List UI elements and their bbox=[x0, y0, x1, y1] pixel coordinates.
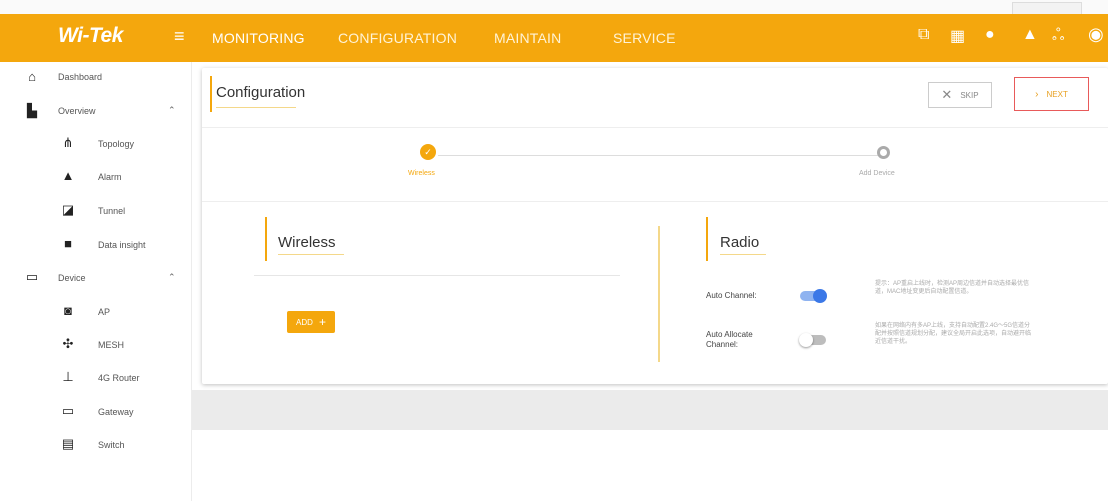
wireless-divider bbox=[254, 275, 620, 276]
sidebar: ⌂ Dashboard ▙ Overview ⌃ ⋔ Topology ▲ Al… bbox=[0, 62, 192, 501]
footer-band bbox=[192, 390, 1108, 430]
sidebar-item-device[interactable]: Device bbox=[58, 273, 86, 283]
sidebar-item-tunnel[interactable]: Tunnel bbox=[98, 206, 125, 216]
browser-tab[interactable] bbox=[1012, 2, 1082, 14]
wireless-section-title: Wireless bbox=[278, 234, 336, 251]
tunnel-icon: ◪ bbox=[61, 202, 75, 217]
wireless-underline bbox=[278, 254, 344, 255]
toggle-knob bbox=[799, 333, 813, 347]
qr-icon[interactable]: ▦ bbox=[950, 26, 965, 46]
toggle-knob bbox=[813, 289, 827, 303]
mesh-icon: ✣ bbox=[62, 336, 74, 351]
step-add-device-label: Add Device bbox=[859, 170, 895, 177]
sidebar-item-alarm[interactable]: Alarm bbox=[98, 172, 122, 182]
step-add-device-icon[interactable] bbox=[877, 146, 890, 159]
data-insight-icon: ■ bbox=[64, 236, 72, 251]
auto-channel-toggle[interactable] bbox=[800, 289, 827, 303]
alarm-icon: ▲ bbox=[61, 168, 75, 183]
configuration-card: Configuration ✕ SKIP › NEXT ✓ Wireless A… bbox=[202, 68, 1108, 384]
section-separator bbox=[658, 226, 660, 362]
top-header: Wi-Tek ≡ MONITORING CONFIGURATION MAINTA… bbox=[0, 14, 1108, 62]
nav-maintain[interactable]: MAINTAIN bbox=[494, 30, 561, 46]
auto-allocate-label: Auto Allocate Channel: bbox=[706, 330, 753, 349]
gateway-icon: ▭ bbox=[61, 403, 75, 418]
divider bbox=[202, 201, 1108, 202]
overview-icon: ▙ bbox=[27, 103, 37, 118]
title-accent-bar bbox=[210, 76, 212, 112]
router-icon: ⊥ bbox=[62, 369, 74, 384]
switch-icon: ▤ bbox=[61, 436, 75, 451]
plus-icon: + bbox=[318, 315, 326, 329]
chat-icon[interactable]: ● bbox=[985, 26, 995, 44]
radio-section-title: Radio bbox=[720, 234, 760, 251]
step-wireless-check-icon[interactable]: ✓ bbox=[420, 144, 436, 160]
skip-label: SKIP bbox=[960, 90, 979, 100]
sidebar-item-mesh[interactable]: MESH bbox=[98, 340, 124, 350]
auto-allocate-toggle[interactable] bbox=[799, 333, 826, 347]
sidebar-item-gateway[interactable]: Gateway bbox=[98, 407, 134, 417]
topology-icon: ⋔ bbox=[62, 135, 74, 150]
radio-accent-bar bbox=[706, 217, 708, 261]
auto-channel-label: Auto Channel: bbox=[706, 291, 757, 300]
stepper-line bbox=[438, 155, 878, 156]
next-button[interactable]: › NEXT bbox=[1014, 77, 1089, 111]
nav-configuration[interactable]: CONFIGURATION bbox=[338, 30, 457, 46]
hamburger-menu-icon[interactable]: ≡ bbox=[174, 26, 185, 47]
nav-service[interactable]: SERVICE bbox=[613, 30, 676, 46]
people-icon[interactable]: ஃ bbox=[1052, 26, 1065, 46]
logo: Wi-Tek bbox=[58, 24, 123, 47]
sidebar-item-ap[interactable]: AP bbox=[98, 307, 110, 317]
auto-channel-hint: 提示：AP重启上线时，检测AP周边信道并自动选择最优信道，MAC地址变更后自动配… bbox=[875, 281, 1030, 295]
radio-underline bbox=[720, 254, 766, 255]
arrow-icon: › bbox=[1035, 88, 1039, 100]
add-wireless-button[interactable]: ADD + bbox=[287, 311, 335, 333]
auto-allocate-hint: 如果在网络内有多AP上线，支持自动配置2.4G～5G信道分配并按照信道规划分配，… bbox=[875, 323, 1032, 345]
cube-icon[interactable]: ⧉ bbox=[918, 26, 929, 44]
chevron-up-icon[interactable]: ⌃ bbox=[168, 272, 176, 283]
sidebar-item-switch[interactable]: Switch bbox=[98, 440, 125, 450]
close-icon: ✕ bbox=[941, 87, 953, 102]
chevron-up-icon[interactable]: ⌃ bbox=[168, 105, 176, 116]
browser-strip bbox=[0, 0, 1108, 14]
next-label: NEXT bbox=[1046, 89, 1068, 99]
home-icon: ⌂ bbox=[28, 69, 36, 84]
sidebar-item-dashboard[interactable]: Dashboard bbox=[58, 72, 102, 82]
title-underline bbox=[216, 107, 296, 108]
bell-icon[interactable]: ▲ bbox=[1022, 26, 1038, 44]
add-label: ADD bbox=[296, 317, 313, 327]
sidebar-item-topology[interactable]: Topology bbox=[98, 139, 134, 149]
nav-monitoring[interactable]: MONITORING bbox=[212, 30, 305, 46]
divider bbox=[202, 127, 1108, 128]
sidebar-item-data-insight[interactable]: Data insight bbox=[98, 240, 146, 250]
sidebar-item-4g-router[interactable]: 4G Router bbox=[98, 373, 140, 383]
wireless-accent-bar bbox=[265, 217, 267, 261]
ap-icon: ◙ bbox=[64, 303, 72, 318]
user-icon[interactable]: ◉ bbox=[1088, 24, 1104, 45]
page-title: Configuration bbox=[216, 84, 306, 101]
skip-button[interactable]: ✕ SKIP bbox=[928, 82, 992, 108]
step-wireless-label: Wireless bbox=[408, 170, 435, 177]
sidebar-item-overview[interactable]: Overview bbox=[58, 106, 96, 116]
monitor-icon: ▭ bbox=[25, 269, 39, 284]
